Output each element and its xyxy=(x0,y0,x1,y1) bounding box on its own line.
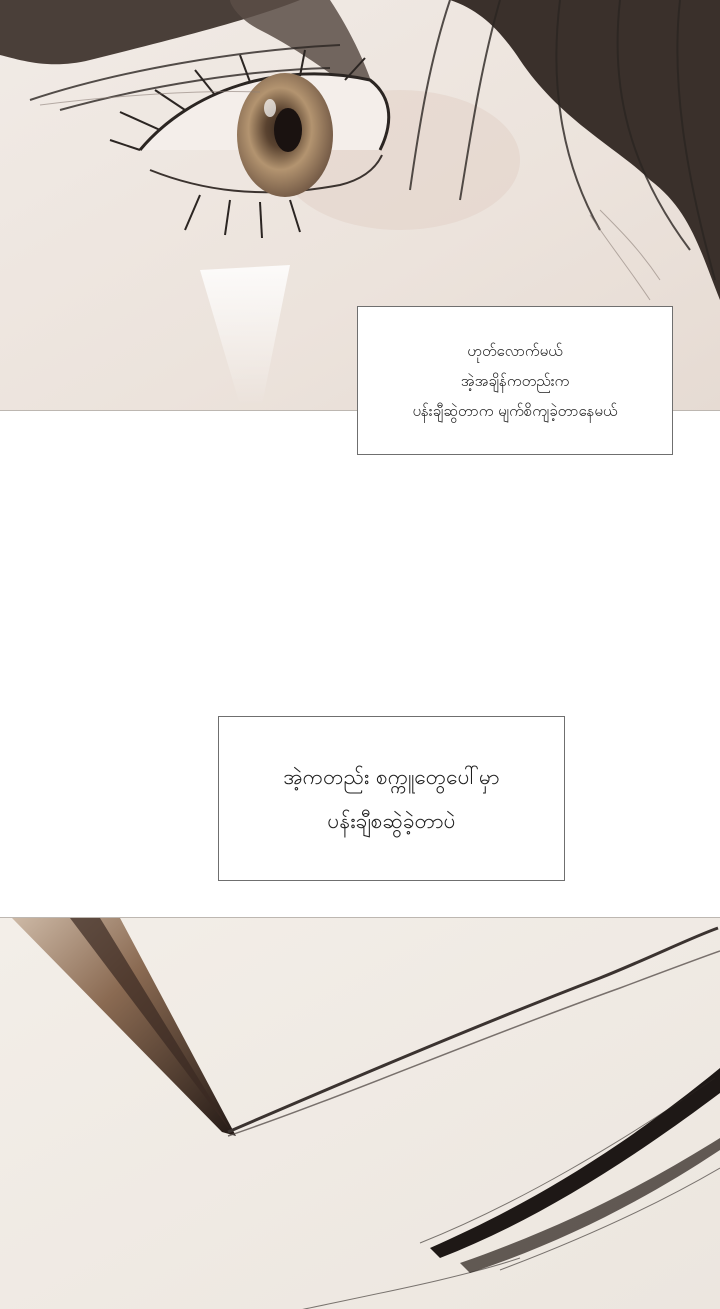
caption-1-line-1: ဟုတ်လောက်မယ် xyxy=(467,341,563,360)
caption-2-line-1: အဲ့ကတည်း စက္ကူတွေပေါ်မှာ xyxy=(283,764,500,789)
caption-1-line-2: အဲ့အချိန်ကတည်းက xyxy=(460,371,570,390)
caption-2-line-2: ပန်းချီစဆွဲခဲ့တာပဲ xyxy=(327,808,456,833)
caption-box-1: ဟုတ်လောက်မယ် အဲ့အချိန်ကတည်းက ပန်းချီဆွဲတ… xyxy=(357,306,673,455)
brush-stroke-illustration xyxy=(0,918,720,1309)
brush-stroke-panel xyxy=(0,917,720,1309)
webtoon-page: ဟုတ်လောက်မယ် အဲ့အချိန်ကတည်းက ပန်းချီဆွဲတ… xyxy=(0,0,720,1309)
caption-1-line-3: ပန်းချီဆွဲတာက မျက်စိကျခဲ့တာနေမယ် xyxy=(412,401,618,420)
caption-box-2: အဲ့ကတည်း စက္ကူတွေပေါ်မှာ ပန်းချီစဆွဲခဲ့တ… xyxy=(218,716,565,881)
